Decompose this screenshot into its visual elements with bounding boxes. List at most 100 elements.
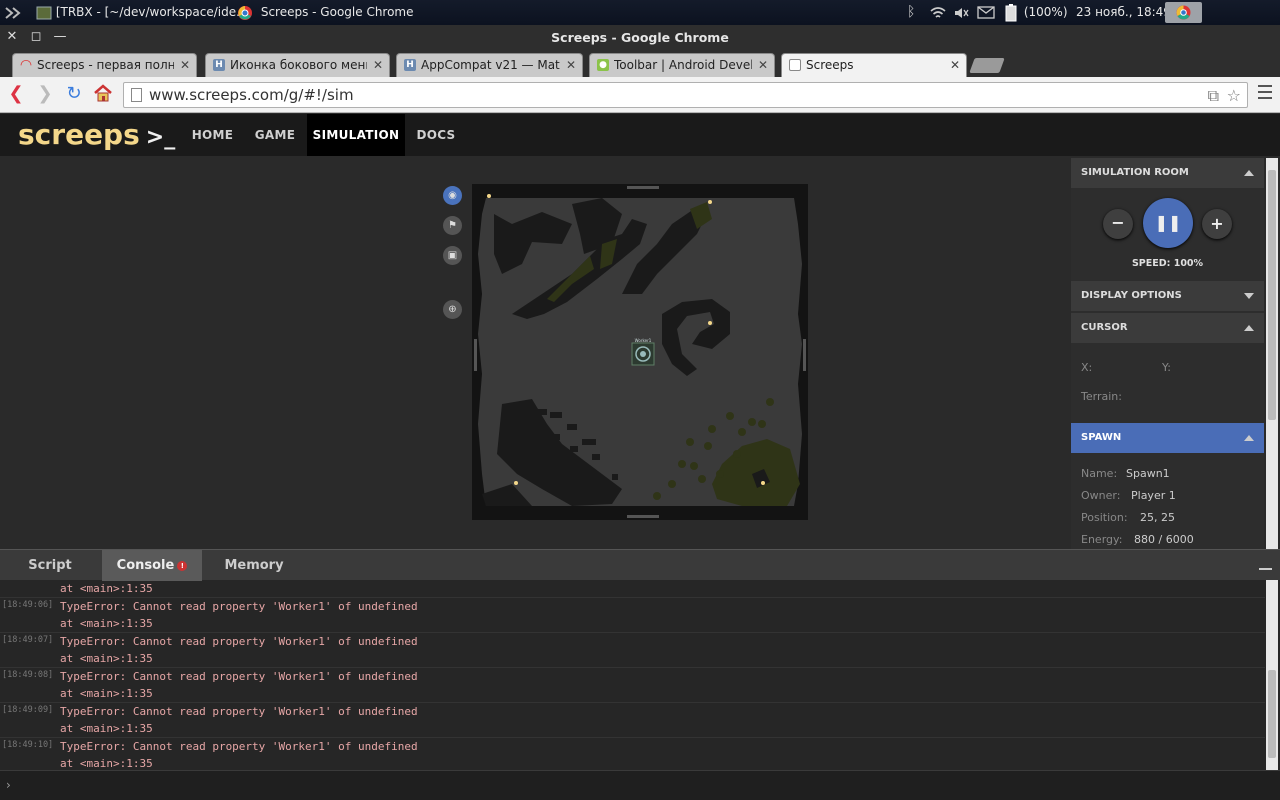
tab-appcompat[interactable]: H AppCompat v21 — Materi ✕ bbox=[396, 53, 583, 77]
expand-arrow-icon bbox=[1244, 293, 1254, 299]
chrome-task-label: Screeps - Google Chrome bbox=[260, 5, 414, 19]
log-entry: [18:49:10] TypeError: Cannot read proper… bbox=[0, 738, 1265, 770]
page-icon bbox=[131, 88, 142, 102]
pause-button[interactable]: ❚❚ bbox=[1143, 198, 1193, 248]
window-titlebar: ✕ ◻ — Screeps - Google Chrome bbox=[0, 25, 1280, 51]
log-entry: [18:49:07] TypeError: Cannot read proper… bbox=[0, 633, 1265, 668]
chrome-icon bbox=[238, 5, 252, 20]
nav-game[interactable]: GAME bbox=[249, 114, 301, 156]
wifi-icon[interactable] bbox=[930, 0, 946, 25]
spawn-structure[interactable] bbox=[631, 342, 655, 366]
bluetooth-icon[interactable]: ᛒ bbox=[907, 0, 915, 25]
collapse-arrow-icon bbox=[1244, 325, 1254, 331]
cursor-terrain-label: Terrain: bbox=[1081, 390, 1122, 403]
window-title: Screeps - Google Chrome bbox=[551, 30, 729, 45]
nav-home[interactable]: HOME bbox=[185, 114, 240, 156]
home-button[interactable] bbox=[92, 83, 114, 105]
panel-scrollbar[interactable] bbox=[1266, 158, 1278, 549]
url-input[interactable] bbox=[149, 85, 1189, 105]
nav-simulation[interactable]: SIMULATION bbox=[307, 114, 405, 156]
logo-prompt: >_ bbox=[145, 125, 176, 150]
os-top-panel: [TRBX - [~/dev/workspace/ide... Screeps … bbox=[0, 0, 1280, 25]
reload-button[interactable]: ↻ bbox=[63, 83, 85, 105]
view-eye-icon[interactable]: ◉ bbox=[443, 186, 462, 205]
minimize-console-button[interactable] bbox=[1259, 568, 1272, 570]
speed-label: SPEED: 100% bbox=[1131, 258, 1204, 269]
scroll-thumb[interactable] bbox=[1268, 170, 1276, 420]
log-entry: [18:49:06] TypeError: Cannot read proper… bbox=[0, 598, 1265, 633]
close-tab-icon[interactable]: ✕ bbox=[758, 54, 768, 76]
log-time: [18:49:10] bbox=[2, 740, 54, 750]
spawn-position-label: Position: bbox=[1081, 511, 1128, 524]
log-entry: [18:49:08] TypeError: Cannot read proper… bbox=[0, 668, 1265, 703]
chrome-tray-icon[interactable] bbox=[1165, 2, 1202, 23]
log-entry: at <main>:1:35 bbox=[0, 580, 1265, 598]
console-command-line: › bbox=[0, 770, 1280, 800]
console-scrollbar[interactable] bbox=[1266, 580, 1278, 770]
simulation-room-title: SIMULATION ROOM bbox=[1081, 167, 1189, 178]
battery-indicator[interactable]: (100%) bbox=[1002, 0, 1068, 25]
tab-console[interactable]: Console! bbox=[102, 550, 202, 581]
display-options-header[interactable]: DISPLAY OPTIONS bbox=[1071, 281, 1264, 311]
clock[interactable]: 23 нояб., 18:49 bbox=[1076, 0, 1171, 25]
speed-down-button[interactable]: − bbox=[1103, 209, 1133, 239]
crosshair-icon[interactable]: ⊕ bbox=[443, 300, 462, 319]
spawn-owner-label: Owner: bbox=[1081, 489, 1121, 502]
console-input[interactable] bbox=[20, 776, 1260, 796]
speed-up-button[interactable]: + bbox=[1202, 209, 1232, 239]
tab-label: Screeps bbox=[806, 58, 854, 72]
tab-screeps-article[interactable]: ◠ Screeps - первая полноц ✕ bbox=[12, 53, 197, 77]
volume-icon[interactable] bbox=[953, 0, 969, 25]
log-location: at <main>:1:35 bbox=[60, 757, 153, 770]
site-header: screeps >_ HOME GAME SIMULATION DOCS bbox=[0, 114, 1280, 156]
forward-button[interactable]: ❯ bbox=[34, 83, 56, 105]
logo-text: screeps bbox=[18, 118, 140, 151]
log-location: at <main>:1:35 bbox=[60, 687, 153, 700]
spawn-header[interactable]: SPAWN bbox=[1071, 423, 1264, 453]
back-button[interactable]: ❮ bbox=[5, 83, 27, 105]
room-map[interactable]: Worker1 bbox=[472, 184, 808, 520]
log-message: TypeError: Cannot read property 'Worker1… bbox=[60, 740, 418, 753]
chrome-menu-button[interactable] bbox=[1258, 85, 1272, 103]
tab-screeps[interactable]: Screeps ✕ bbox=[781, 53, 967, 77]
close-tab-icon[interactable]: ✕ bbox=[180, 54, 190, 76]
mail-icon[interactable] bbox=[977, 0, 995, 25]
screeps-logo[interactable]: screeps >_ bbox=[18, 118, 175, 151]
new-tab-button[interactable] bbox=[969, 58, 1005, 73]
scroll-thumb[interactable] bbox=[1268, 670, 1276, 758]
habr-favicon: H bbox=[213, 59, 225, 71]
construct-cube-icon[interactable]: ▣ bbox=[443, 246, 462, 265]
terminal-task[interactable]: [TRBX - [~/dev/workspace/ide... bbox=[36, 0, 248, 25]
close-tab-icon[interactable]: ✕ bbox=[950, 54, 960, 76]
close-tab-icon[interactable]: ✕ bbox=[566, 54, 576, 76]
tab-memory[interactable]: Memory bbox=[204, 550, 304, 581]
tab-habr-sidebar-icon[interactable]: H Иконка бокового меню ✕ bbox=[205, 53, 390, 77]
panel-menu-icon[interactable] bbox=[4, 0, 22, 25]
simulation-room-header[interactable]: SIMULATION ROOM bbox=[1071, 158, 1264, 188]
translate-icon[interactable]: ⧉ bbox=[1208, 86, 1219, 106]
log-message: TypeError: Cannot read property 'Worker1… bbox=[60, 705, 418, 718]
log-location: at <main>:1:35 bbox=[60, 652, 153, 665]
chrome-task[interactable]: Screeps - Google Chrome bbox=[237, 0, 414, 25]
flag-icon[interactable]: ⚑ bbox=[443, 216, 462, 235]
close-tab-icon[interactable]: ✕ bbox=[373, 54, 383, 76]
nav-docs[interactable]: DOCS bbox=[410, 114, 462, 156]
spawn-position-value: 25, 25 bbox=[1140, 511, 1175, 524]
log-message: TypeError: Cannot read property 'Worker1… bbox=[60, 600, 418, 613]
bookmark-star-icon[interactable]: ☆ bbox=[1227, 86, 1241, 105]
battery-icon bbox=[1005, 3, 1017, 21]
console-log: at <main>:1:35 [18:49:06] TypeError: Can… bbox=[0, 580, 1265, 770]
terminal-task-label: [TRBX - [~/dev/workspace/ide... bbox=[55, 5, 248, 19]
log-location: at <main>:1:35 bbox=[60, 722, 153, 735]
tab-android-toolbar[interactable]: ● Toolbar | Android Develop ✕ bbox=[589, 53, 775, 77]
cursor-y-label: Y: bbox=[1162, 361, 1171, 374]
log-entry: [18:49:09] TypeError: Cannot read proper… bbox=[0, 703, 1265, 738]
tab-script[interactable]: Script bbox=[0, 550, 100, 581]
log-time: [18:49:06] bbox=[2, 600, 54, 610]
spawn-title: SPAWN bbox=[1081, 432, 1122, 443]
display-options-title: DISPLAY OPTIONS bbox=[1081, 290, 1182, 301]
address-bar[interactable]: ⧉ ☆ bbox=[123, 82, 1248, 108]
tab-memory-label: Memory bbox=[224, 558, 284, 573]
battery-percent: (100%) bbox=[1023, 5, 1068, 19]
cursor-header[interactable]: CURSOR bbox=[1071, 313, 1264, 343]
